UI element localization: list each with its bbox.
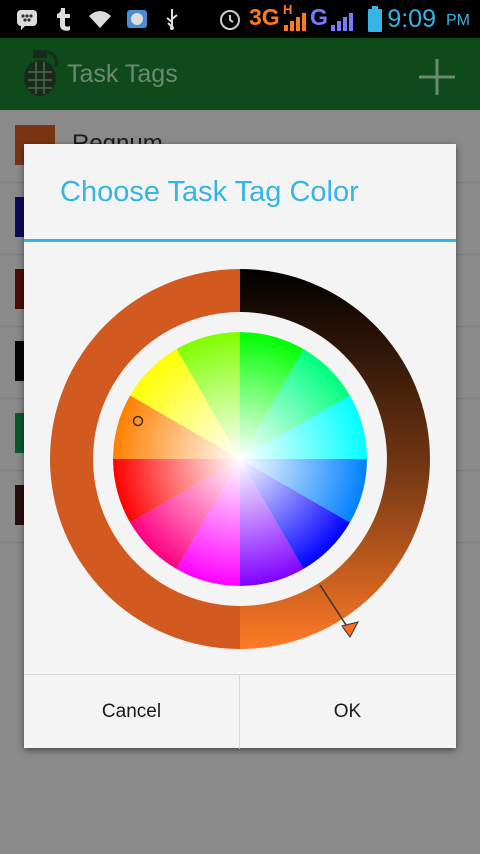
signal-icon-blue <box>329 8 355 34</box>
color-picker-dialog: Choose Task Tag Color Cancel OK <box>24 144 456 749</box>
dialog-buttons: Cancel OK <box>24 674 456 749</box>
app-title: Task Tags <box>67 60 178 88</box>
usb-icon <box>160 6 184 32</box>
color-wheel-area <box>50 269 430 649</box>
tumblr-icon <box>53 6 75 32</box>
add-button[interactable] <box>412 52 462 102</box>
clock: 9:09 <box>387 5 436 33</box>
plus-icon <box>419 59 455 95</box>
clock-ampm: PM <box>446 12 470 29</box>
action-bar: Task Tags <box>0 38 480 110</box>
app-notification-icon <box>124 6 150 32</box>
cancel-button[interactable]: Cancel <box>24 675 239 749</box>
alarm-icon <box>218 6 242 32</box>
ok-button[interactable]: OK <box>240 675 455 749</box>
bbm-icon <box>14 6 40 32</box>
battery-icon <box>366 6 384 32</box>
grenade-logo-icon[interactable] <box>16 48 62 98</box>
network-type: 3G <box>249 4 280 30</box>
dialog-title: Choose Task Tag Color <box>60 176 359 208</box>
status-bar: 3G H G 9:09 PM <box>0 0 480 38</box>
hue-wheel[interactable] <box>113 332 367 586</box>
signal-icon-orange <box>282 8 308 34</box>
wifi-icon <box>86 6 114 32</box>
network-type-2: G <box>310 4 328 30</box>
